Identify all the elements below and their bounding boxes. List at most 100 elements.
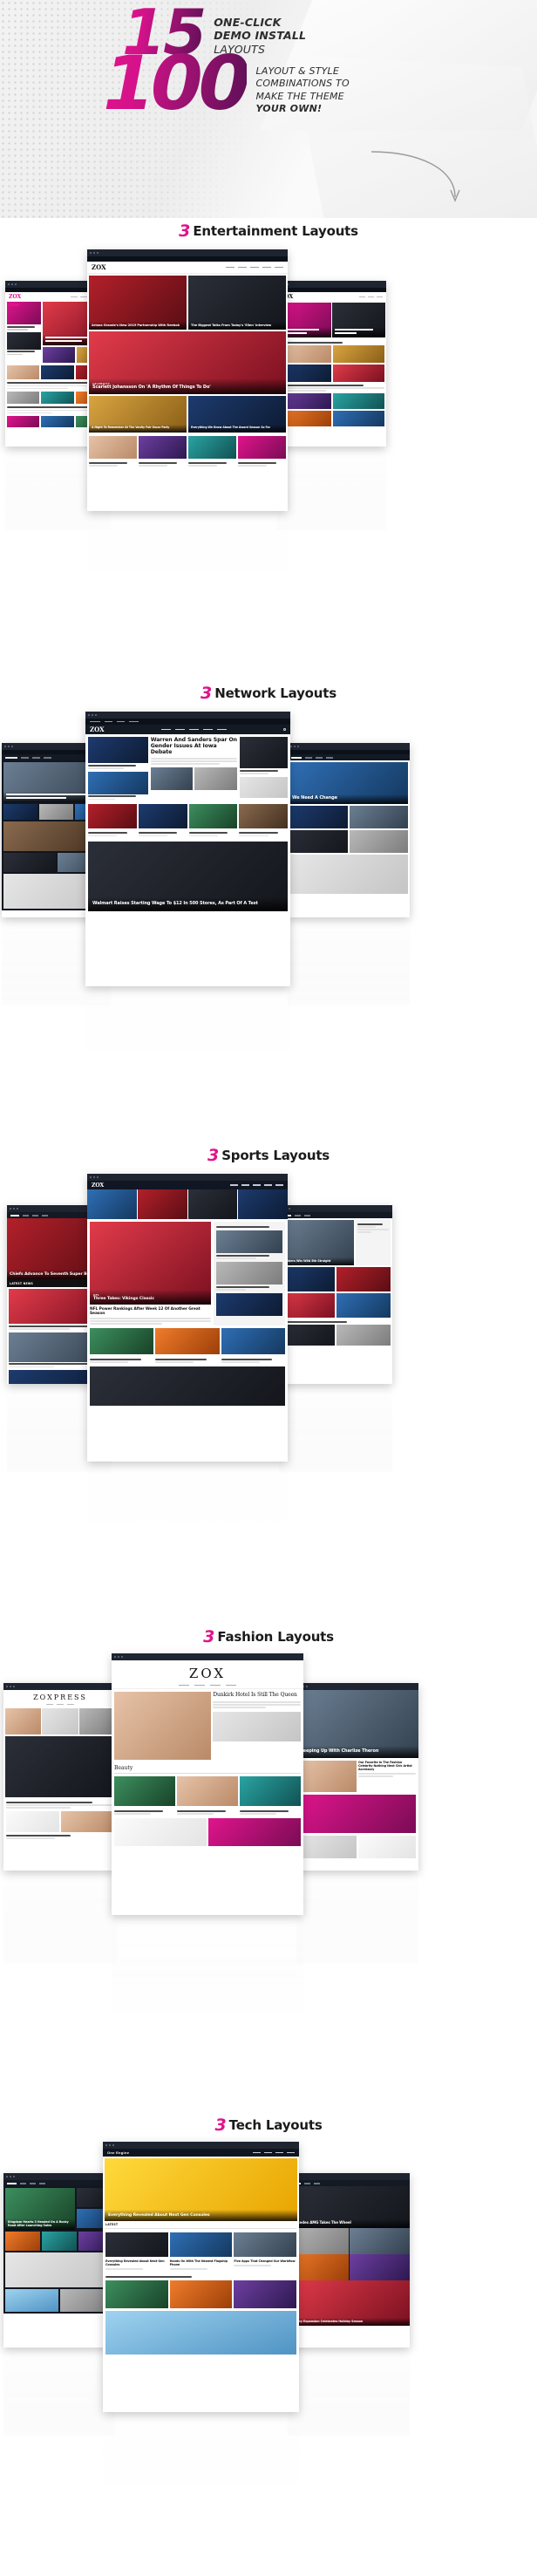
article-thumb[interactable] [7, 392, 40, 404]
article-thumb[interactable] [234, 2280, 296, 2308]
nav-item[interactable] [210, 1685, 221, 1687]
article-thumb[interactable] [358, 1836, 416, 1858]
article-thumb[interactable] [43, 347, 75, 363]
article-thumb[interactable] [90, 1328, 154, 1355]
article-thumb[interactable] [169, 2232, 233, 2257]
hero-article-image[interactable]: Celebrity Scarlett Johansson On 'A Rhyth… [89, 331, 286, 394]
nav-item[interactable] [194, 1685, 205, 1687]
site-logo[interactable]: ZOX [92, 1182, 104, 1189]
tech-layout-center[interactable]: One Engine Everything Revealed About Nex… [103, 2142, 299, 2412]
article-thumb[interactable] [289, 830, 348, 853]
network-layout-center[interactable]: ZOX Warren And Sanders Spar On Gender Is… [85, 712, 290, 986]
article-thumb[interactable] [332, 410, 384, 426]
tech-layout-right[interactable]: Mercedes AMG Takes The Wheel Destiny Exp… [288, 2173, 410, 2348]
featured-article-image[interactable]: Raiders Win Wild 5th Straight [281, 1220, 354, 1265]
article-thumb[interactable] [350, 806, 408, 828]
article-thumb[interactable] [289, 855, 408, 894]
article-thumb[interactable] [90, 1366, 285, 1407]
article-headline[interactable]: Scarlett Johansson On 'A Rhythm Of Thing… [92, 385, 282, 391]
nav-item[interactable] [21, 756, 29, 759]
main-navigation[interactable]: ZOX [87, 1181, 288, 1189]
nav-item[interactable] [304, 1214, 310, 1216]
article-headline[interactable]: Five Apps That Changed Our Workflow [234, 2259, 296, 2263]
article-thumb[interactable] [5, 2232, 40, 2251]
nav-item[interactable] [30, 2182, 36, 2184]
article-headline[interactable]: Kingdom Hearts 3 Headed On A Rocky Road … [8, 2220, 72, 2227]
article-thumb[interactable] [238, 1189, 288, 1219]
article-thumb[interactable] [239, 803, 288, 828]
nav-item[interactable] [10, 1214, 19, 1216]
article-thumb[interactable] [139, 436, 187, 459]
article-thumb[interactable] [3, 804, 37, 820]
main-navigation[interactable] [288, 2180, 410, 2186]
article-thumb[interactable] [221, 1328, 285, 1355]
nav-item[interactable] [287, 2151, 295, 2154]
article-thumb[interactable] [6, 1810, 59, 1832]
nav-item[interactable] [67, 1704, 74, 1706]
article-thumb[interactable] [349, 2228, 410, 2254]
hero-article-image[interactable]: Kingdom Hearts 3 Headed On A Rocky Road … [5, 2188, 75, 2230]
article-thumb[interactable] [88, 803, 137, 828]
hero-article-image[interactable] [114, 1692, 212, 1761]
hero-article-image[interactable]: Keeping Up With Charlize Theron [296, 1690, 418, 1758]
hero-article-image[interactable]: Mercedes AMG Takes The Wheel [288, 2186, 410, 2228]
nav-item[interactable] [264, 1184, 272, 1186]
article-headline[interactable]: A Night To Remember At The Vanity Fair O… [92, 426, 184, 430]
main-navigation[interactable]: One Engine [103, 2149, 299, 2157]
sidebar-thumb[interactable] [215, 1230, 282, 1253]
article-thumb[interactable] [213, 1711, 301, 1741]
fashion-layout-left[interactable]: ZOXPRESS [3, 1683, 117, 1871]
article-thumb[interactable] [88, 771, 148, 794]
nav-item[interactable] [238, 266, 247, 269]
article-headline[interactable]: Hands On With The Newest Flagship Phone [170, 2259, 233, 2266]
search-icon[interactable] [282, 728, 286, 731]
nav-item[interactable] [46, 1704, 53, 1706]
article-thumb[interactable]: Everything We Know About The Award Seaso… [188, 396, 286, 433]
article-thumb[interactable] [349, 2254, 410, 2280]
article-thumb[interactable] [39, 804, 73, 820]
article-thumb[interactable] [188, 803, 238, 828]
article-thumb[interactable] [89, 436, 137, 459]
article-headline[interactable]: Our Favorite In The Fashion Celebrity No… [358, 1761, 416, 1771]
article-thumb[interactable] [78, 1708, 115, 1735]
hero-article-image[interactable]: Everything Revealed About Next Gen Conso… [105, 2158, 297, 2221]
nav-item[interactable] [275, 1184, 283, 1186]
article-thumb[interactable] [336, 1324, 391, 1346]
article-thumb[interactable] [336, 1293, 391, 1318]
main-navigation[interactable] [279, 1212, 392, 1218]
nav-item[interactable] [216, 728, 227, 731]
article-thumb[interactable] [42, 1708, 78, 1735]
nav-item[interactable] [23, 1214, 29, 1216]
article-thumb[interactable] [88, 737, 148, 763]
hero-article-image[interactable]: NFL Three Takes: Vikings Classic [90, 1222, 211, 1305]
fashion-layout-right[interactable]: Keeping Up With Charlize Theron Our Favo… [296, 1683, 418, 1871]
article-thumb[interactable] [177, 1776, 238, 1807]
featured-article-image[interactable]: The Biggest Talks From Today's 'Ellen' I… [188, 276, 286, 330]
article-thumb[interactable] [41, 365, 74, 379]
nav-item[interactable] [241, 1184, 249, 1186]
article-thumb[interactable] [105, 2310, 296, 2355]
article-thumb[interactable] [5, 2289, 58, 2312]
article-thumb[interactable] [332, 392, 384, 409]
main-navigation[interactable]: ZOX [85, 725, 290, 734]
article-thumb[interactable] [114, 1776, 175, 1807]
article-thumb[interactable] [5, 1708, 42, 1735]
article-thumb[interactable]: Destiny Expansion Celebrates Holiday Sea… [288, 2280, 410, 2326]
tech-layout-left[interactable]: Kingdom Hearts 3 Headed On A Rocky Road … [3, 2173, 115, 2348]
article-thumb[interactable] [105, 2232, 168, 2257]
article-headline[interactable]: Destiny Expansion Celebrates Holiday Sea… [290, 2320, 407, 2323]
nav-item[interactable] [42, 1214, 48, 1216]
article-thumb[interactable] [169, 2280, 233, 2308]
article-headline[interactable]: We Need A Change [292, 795, 405, 801]
article-thumb[interactable] [114, 1818, 207, 1847]
article-thumb[interactable] [332, 344, 384, 363]
article-headline[interactable]: Raiders Win Wild 5th Straight [283, 1259, 351, 1263]
nav-item[interactable] [71, 296, 78, 298]
sidebar-thumb[interactable] [215, 1261, 282, 1285]
fashion-layout-center[interactable]: ZOX Dunkirk Hotel Is Still The Queen Bea… [112, 1653, 303, 1915]
site-logo[interactable]: ZOX [90, 726, 105, 733]
nav-item[interactable] [230, 1184, 238, 1186]
article-headline[interactable]: Everything Revealed About Next Gen Conso… [108, 2213, 294, 2218]
main-navigation[interactable] [3, 2180, 115, 2186]
article-thumb[interactable] [155, 1328, 220, 1355]
